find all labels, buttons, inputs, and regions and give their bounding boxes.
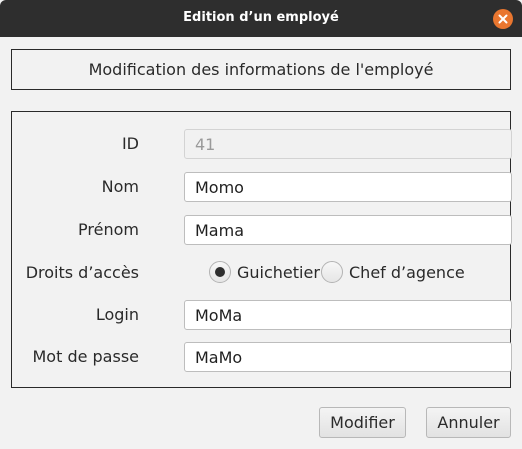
title-bar: Edition d’un employé: [0, 0, 522, 37]
droits-label: Droits d’accès: [25, 263, 139, 282]
prenom-label: Prénom: [78, 220, 139, 239]
login-label: Login: [95, 305, 139, 324]
login-field[interactable]: [184, 300, 512, 330]
radio-guichetier-label[interactable]: Guichetier: [237, 263, 320, 282]
modifier-button[interactable]: Modifier: [319, 407, 406, 438]
nom-field[interactable]: [184, 172, 512, 202]
password-field[interactable]: [184, 342, 512, 372]
id-label: ID: [121, 134, 139, 153]
prenom-field[interactable]: [184, 215, 512, 245]
employee-form: ID Nom Prénom Droits d’accès Guichetier …: [11, 111, 512, 388]
radio-guichetier[interactable]: [209, 261, 231, 283]
window-title: Edition d’un employé: [183, 10, 339, 25]
id-field: [184, 129, 512, 159]
password-label: Mot de passe: [32, 347, 139, 366]
close-button[interactable]: [493, 9, 513, 29]
section-header: Modification des informations de l'emplo…: [11, 49, 511, 90]
radio-selected-dot: [215, 267, 225, 277]
nom-label: Nom: [101, 177, 139, 196]
dialog-window: Edition d’un employé Modification des in…: [0, 0, 522, 449]
section-header-text: Modification des informations de l'emplo…: [88, 60, 434, 79]
radio-chef-agence[interactable]: [321, 261, 343, 283]
radio-chef-agence-label[interactable]: Chef d’agence: [349, 263, 465, 282]
close-icon: [498, 14, 508, 24]
annuler-button[interactable]: Annuler: [426, 407, 511, 438]
